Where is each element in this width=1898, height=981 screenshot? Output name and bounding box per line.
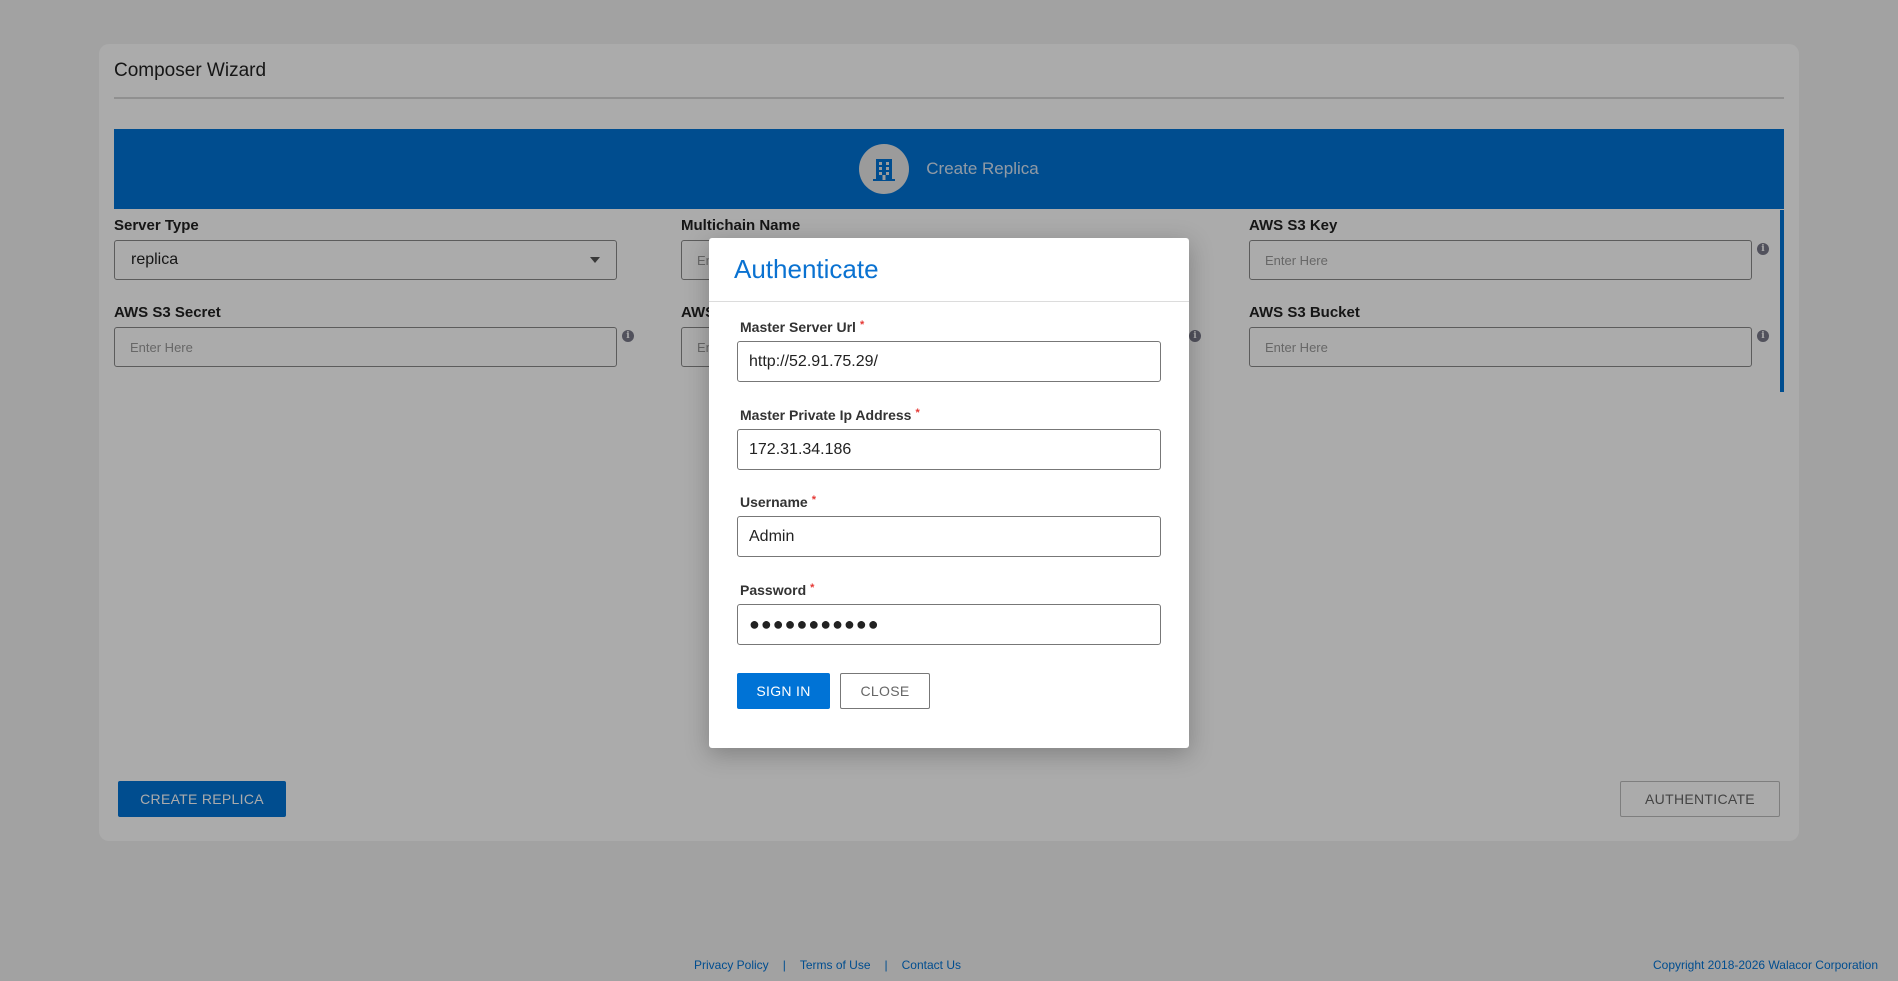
master-server-url-label: Master Server Url *: [740, 319, 865, 335]
password-input[interactable]: [737, 604, 1161, 645]
dialog-title: Authenticate: [734, 254, 879, 284]
username-input[interactable]: [737, 516, 1161, 557]
master-private-ip-field: Master Private Ip Address *: [737, 407, 1161, 470]
authenticate-dialog: Authenticate Master Server Url* Master P…: [709, 238, 1189, 748]
master-private-ip-input[interactable]: [737, 429, 1161, 470]
password-field: Password *: [737, 582, 1161, 645]
close-button[interactable]: CLOSE: [840, 673, 930, 709]
master-server-url-input[interactable]: [737, 341, 1161, 382]
sign-in-button[interactable]: SIGN IN: [737, 673, 830, 709]
required-marker: *: [915, 407, 920, 419]
required-marker: *: [811, 494, 816, 506]
required-marker: *: [859, 319, 865, 331]
password-label: Password *: [740, 582, 815, 598]
username-label: Username *: [740, 494, 816, 510]
master-private-ip-label: Master Private Ip Address *: [740, 407, 920, 423]
dialog-divider: [709, 301, 1189, 302]
username-field: Username *: [737, 494, 1161, 557]
master-server-url-field: Master Server Url *: [737, 319, 1161, 382]
required-marker: *: [810, 582, 815, 594]
